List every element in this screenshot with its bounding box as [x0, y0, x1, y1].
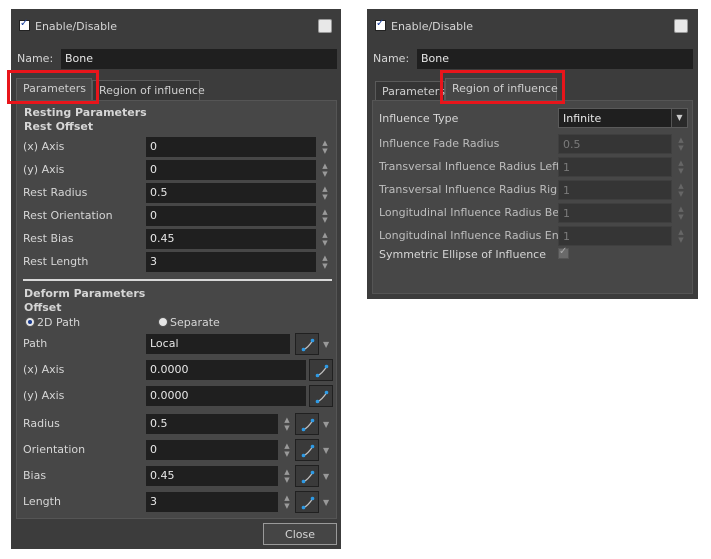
rest-orientation-field[interactable]: 0 — [146, 206, 316, 226]
influence-fade-radius-field[interactable]: 0.5 — [558, 134, 672, 154]
spinner-arrows-icon[interactable]: ▲ ▼ — [676, 226, 686, 246]
rest-bias-label: Rest Bias — [23, 232, 74, 245]
function-curve-icon[interactable] — [295, 465, 319, 487]
chevron-down-icon[interactable]: ▼ — [323, 472, 329, 481]
bone-properties-panel-parameters: Enable/Disable Name: Bone Region of infl… — [7, 9, 341, 549]
deform-radius-label: Radius — [23, 417, 60, 430]
spinner-arrows-icon[interactable]: ▲ ▼ — [282, 440, 292, 460]
symmetric-ellipse-label: Symmetric Ellipse of Influence — [379, 248, 546, 261]
tab-parameters[interactable]: Parameters — [375, 81, 445, 101]
spinner-arrows-icon[interactable]: ▲ ▼ — [320, 229, 330, 249]
rest-y-axis-field[interactable]: 0 — [146, 160, 316, 180]
longitudinal-radius-end-label: Longitudinal Influence Radius End — [379, 229, 566, 242]
name-field[interactable]: Bone — [417, 49, 693, 69]
rest-x-axis-label: (x) Axis — [23, 140, 65, 153]
enable-checkbox[interactable] — [375, 18, 386, 31]
deform-y-axis-label: (y) Axis — [23, 389, 65, 402]
spinner-arrows-icon[interactable]: ▲ ▼ — [320, 137, 330, 157]
spinner-arrows-icon[interactable]: ▲ ▼ — [282, 492, 292, 512]
spinner-arrows-icon[interactable]: ▲ ▼ — [676, 180, 686, 200]
section-divider — [23, 279, 332, 281]
name-label: Name: — [17, 52, 54, 65]
deform-x-axis-label: (x) Axis — [23, 363, 65, 376]
enable-checkbox[interactable] — [19, 18, 30, 31]
rest-bias-field[interactable]: 0.45 — [146, 229, 316, 249]
chevron-down-icon[interactable]: ▼ — [323, 446, 329, 455]
radio-separate-label: Separate — [170, 316, 220, 329]
deform-orientation-label: Orientation — [23, 443, 86, 456]
deform-parameters-heading: Deform Parameters — [24, 287, 146, 300]
longitudinal-radius-begin-label: Longitudinal Influence Radius Begin — [379, 206, 577, 219]
rest-radius-label: Rest Radius — [23, 186, 88, 199]
deform-bias-label: Bias — [23, 469, 47, 482]
parameters-tab-body: Resting Parameters Rest Offset (x) Axis … — [16, 100, 337, 519]
enable-label: Enable/Disable — [391, 20, 473, 33]
function-curve-icon[interactable] — [295, 439, 319, 461]
chevron-down-icon[interactable]: ▼ — [323, 340, 329, 349]
transversal-radius-right-field[interactable]: 1 — [558, 180, 672, 200]
region-tab-body: Influence Type Infinite ▼ Influence Fade… — [372, 100, 693, 294]
rest-length-field[interactable]: 3 — [146, 252, 316, 272]
influence-fade-radius-label: Influence Fade Radius — [379, 137, 500, 150]
deform-length-label: Length — [23, 495, 61, 508]
tab-region-of-influence[interactable]: Region of influence — [445, 78, 558, 101]
chevron-down-icon[interactable]: ▼ — [671, 109, 687, 127]
spinner-arrows-icon[interactable]: ▲ ▼ — [320, 206, 330, 226]
longitudinal-radius-end-field[interactable]: 1 — [558, 226, 672, 246]
radio-2d-path[interactable] — [25, 317, 35, 327]
tab-parameters[interactable]: Parameters — [16, 78, 92, 101]
panel-toggle-checkbox[interactable] — [674, 19, 688, 33]
influence-type-value: Infinite — [563, 112, 602, 125]
resting-parameters-heading: Resting Parameters — [24, 106, 147, 119]
path-field[interactable]: Local — [146, 334, 290, 354]
influence-type-label: Influence Type — [379, 112, 459, 125]
rest-offset-heading: Rest Offset — [24, 120, 94, 133]
deform-bias-field[interactable]: 0.45 — [146, 466, 278, 486]
radio-separate[interactable] — [158, 317, 168, 327]
symmetric-ellipse-checkbox[interactable] — [558, 246, 569, 259]
spinner-arrows-icon[interactable]: ▲ ▼ — [676, 134, 686, 154]
function-curve-icon[interactable] — [295, 491, 319, 513]
rest-x-axis-field[interactable]: 0 — [146, 137, 316, 157]
chevron-down-icon[interactable]: ▼ — [323, 420, 329, 429]
function-curve-icon[interactable] — [295, 333, 319, 355]
influence-type-select[interactable]: Infinite ▼ — [558, 108, 688, 128]
panel-toggle-checkbox[interactable] — [318, 19, 332, 33]
transversal-radius-right-label: Transversal Influence Radius Right — [379, 183, 569, 196]
spinner-arrows-icon[interactable]: ▲ ▼ — [676, 203, 686, 223]
spinner-arrows-icon[interactable]: ▲ ▼ — [320, 160, 330, 180]
rest-orientation-label: Rest Orientation — [23, 209, 113, 222]
deform-length-field[interactable]: 3 — [146, 492, 278, 512]
deform-y-axis-field[interactable]: 0.0000 — [146, 386, 306, 406]
function-curve-icon[interactable] — [309, 385, 333, 407]
rest-length-label: Rest Length — [23, 255, 89, 268]
spinner-arrows-icon[interactable]: ▲ ▼ — [282, 466, 292, 486]
transversal-radius-left-label: Transversal Influence Radius Left — [379, 160, 561, 173]
close-button[interactable]: Close — [263, 523, 337, 545]
enable-label: Enable/Disable — [35, 20, 117, 33]
offset-heading: Offset — [24, 301, 62, 314]
deform-radius-field[interactable]: 0.5 — [146, 414, 278, 434]
radio-2d-path-label: 2D Path — [37, 316, 81, 329]
deform-x-axis-field[interactable]: 0.0000 — [146, 360, 306, 380]
spinner-arrows-icon[interactable]: ▲ ▼ — [676, 157, 686, 177]
function-curve-icon[interactable] — [309, 359, 333, 381]
chevron-down-icon[interactable]: ▼ — [323, 498, 329, 507]
rest-radius-field[interactable]: 0.5 — [146, 183, 316, 203]
name-field[interactable]: Bone — [61, 49, 337, 69]
transversal-radius-left-field[interactable]: 1 — [558, 157, 672, 177]
function-curve-icon[interactable] — [295, 413, 319, 435]
deform-orientation-field[interactable]: 0 — [146, 440, 278, 460]
spinner-arrows-icon[interactable]: ▲ ▼ — [282, 414, 292, 434]
rest-y-axis-label: (y) Axis — [23, 163, 65, 176]
name-label: Name: — [373, 52, 410, 65]
bone-properties-panel-region: Enable/Disable Name: Bone Parameters Reg… — [367, 9, 698, 299]
spinner-arrows-icon[interactable]: ▲ ▼ — [320, 252, 330, 272]
spinner-arrows-icon[interactable]: ▲ ▼ — [320, 183, 330, 203]
tab-region-of-influence[interactable]: Region of influence — [92, 80, 205, 100]
path-label: Path — [23, 337, 48, 350]
longitudinal-radius-begin-field[interactable]: 1 — [558, 203, 672, 223]
